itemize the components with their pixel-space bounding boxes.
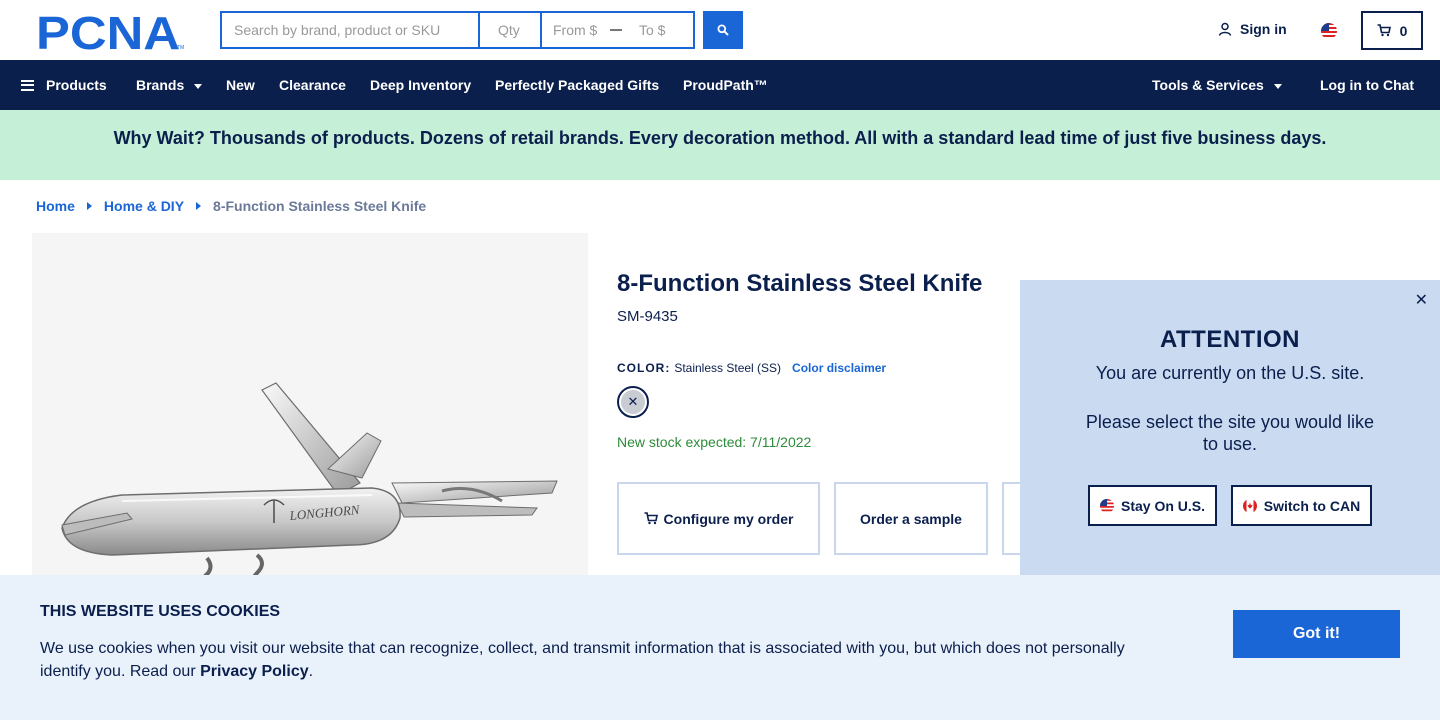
menu-icon <box>21 79 34 91</box>
page: PCNA TM Sign in <box>0 0 1440 720</box>
cart-icon <box>644 512 658 525</box>
color-label: COLOR: <box>617 361 671 375</box>
stay-us-button[interactable]: Stay On U.S. <box>1088 485 1217 526</box>
canada-flag-icon <box>1242 498 1257 513</box>
cart-icon <box>1377 24 1391 37</box>
cart-count: 0 <box>1399 22 1408 39</box>
us-flag-icon <box>1099 498 1114 513</box>
nav-new[interactable]: New <box>226 60 255 110</box>
product-title: 8-Function Stainless Steel Knife <box>617 270 983 297</box>
cookie-text: We use cookies when you visit our websit… <box>40 637 1150 683</box>
search-input[interactable] <box>220 11 478 49</box>
cookie-text-end: . <box>308 663 314 680</box>
cart-button[interactable]: 0 <box>1361 11 1423 50</box>
modal-select-prompt: Please select the site you would like to… <box>1085 412 1375 454</box>
configure-order-label: Configure my order <box>663 510 794 527</box>
breadcrumb-home-diy[interactable]: Home & DIY <box>104 198 184 214</box>
modal-title: ATTENTION <box>1159 326 1301 353</box>
nav-tools-services[interactable]: Tools & Services <box>1152 60 1282 110</box>
nav-brands-label: Brands <box>136 77 185 93</box>
color-swatch[interactable]: ✕ <box>617 386 649 418</box>
nav-packaged-gifts-label: Perfectly Packaged Gifts <box>495 77 660 93</box>
logo-text: PCNA <box>36 12 180 50</box>
sign-in-link[interactable]: Sign in <box>1218 21 1287 37</box>
nav-chat-label: Log in to Chat <box>1320 77 1415 93</box>
qty-input[interactable] <box>478 11 540 49</box>
cookie-accept-button[interactable]: Got it! <box>1233 610 1400 658</box>
switch-can-label: Switch to CAN <box>1263 497 1361 514</box>
user-icon <box>1218 22 1232 36</box>
nav-new-label: New <box>226 77 255 93</box>
breadcrumb-home[interactable]: Home <box>36 198 75 214</box>
nav-chat-login[interactable]: Log in to Chat <box>1320 60 1414 110</box>
nav-clearance-label: Clearance <box>279 77 346 93</box>
us-flag-icon[interactable] <box>1321 23 1337 39</box>
price-to-input[interactable] <box>628 22 692 38</box>
pcna-logo[interactable]: PCNA TM <box>36 12 184 50</box>
price-range <box>540 11 695 49</box>
color-value: Stainless Steel (SS) <box>674 361 782 375</box>
stock-status: New stock expected: 7/11/2022 <box>617 434 812 450</box>
main-nav: Products Brands New Clearance Deep Inven… <box>0 60 1440 110</box>
nav-deep-inventory-label: Deep Inventory <box>370 77 472 93</box>
stay-us-label: Stay On U.S. <box>1120 497 1206 514</box>
switch-can-button[interactable]: Switch to CAN <box>1231 485 1372 526</box>
modal-current-site: You are currently on the U.S. site. <box>1095 363 1365 383</box>
caret-right-icon <box>196 202 202 210</box>
order-sample-button[interactable]: Order a sample <box>834 482 988 555</box>
close-icon[interactable]: ✕ <box>1415 290 1428 310</box>
search-icon <box>717 24 729 36</box>
nav-proudpath-label: ProudPath™ <box>683 77 768 93</box>
cookie-title: THIS WEBSITE USES COOKIES <box>40 603 281 620</box>
color-row: COLOR: Stainless Steel (SS) Color discla… <box>617 361 886 375</box>
price-dash <box>610 29 622 31</box>
breadcrumb-current: 8-Function Stainless Steel Knife <box>213 198 427 214</box>
configure-order-button[interactable]: Configure my order <box>617 482 820 555</box>
nav-products[interactable]: Products <box>21 60 107 110</box>
nav-products-label: Products <box>46 77 107 93</box>
site-header: PCNA TM Sign in <box>0 0 1440 60</box>
privacy-policy-link[interactable]: Privacy Policy <box>200 663 309 680</box>
nav-deep-inventory[interactable]: Deep Inventory <box>370 60 471 110</box>
nav-clearance[interactable]: Clearance <box>279 60 346 110</box>
swatch-selected-icon: ✕ <box>621 390 645 414</box>
price-from-input[interactable] <box>542 22 606 38</box>
caret-right-icon <box>86 202 92 210</box>
promo-banner: Why Wait? Thousands of products. Dozens … <box>0 110 1440 180</box>
color-disclaimer-link[interactable]: Color disclaimer <box>792 361 886 375</box>
product-sku: SM-9435 <box>617 308 678 325</box>
sign-in-label: Sign in <box>1240 21 1287 37</box>
chevron-down-icon <box>1273 83 1282 89</box>
nav-proudpath[interactable]: ProudPath™ <box>683 60 768 110</box>
nav-tools-label: Tools & Services <box>1152 77 1264 93</box>
order-sample-label: Order a sample <box>860 510 962 527</box>
cookie-banner: THIS WEBSITE USES COOKIES We use cookies… <box>0 575 1440 720</box>
svg-text:TM: TM <box>177 45 184 50</box>
nav-brands[interactable]: Brands <box>136 60 203 110</box>
search-button[interactable] <box>703 11 743 49</box>
nav-packaged-gifts[interactable]: Perfectly Packaged Gifts <box>495 60 659 110</box>
search-bar <box>220 11 695 49</box>
promo-text: Why Wait? Thousands of products. Dozens … <box>113 127 1327 148</box>
breadcrumb: Home Home & DIY 8-Function Stainless Ste… <box>36 198 426 214</box>
chevron-down-icon <box>194 83 203 89</box>
